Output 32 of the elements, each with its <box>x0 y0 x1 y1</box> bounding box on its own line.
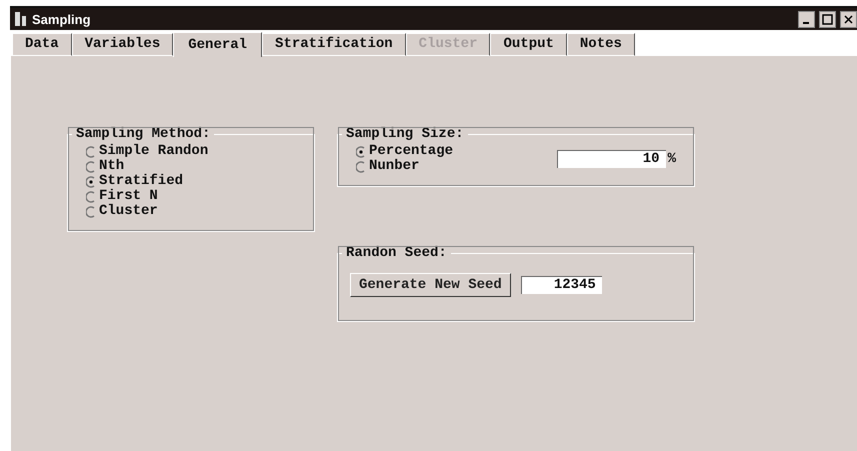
radio-label: Percentage <box>369 144 454 159</box>
radio-button[interactable] <box>86 146 97 158</box>
maximize-icon[interactable] <box>819 10 836 28</box>
generate-button[interactable]: Generate New Seed <box>350 273 511 297</box>
radio-button[interactable] <box>86 190 97 202</box>
app-icon <box>14 11 28 27</box>
input-field[interactable]: 12345 <box>520 276 602 294</box>
group-title: Sampling Method: <box>75 126 212 142</box>
input-field[interactable]: 10 <box>556 150 666 168</box>
group-title: Randon Seed: <box>345 245 448 261</box>
radio-button[interactable] <box>356 160 367 172</box>
radio-button[interactable] <box>86 160 97 172</box>
radio-button[interactable] <box>356 146 367 158</box>
radio-label: Stratified <box>99 174 184 189</box>
unit-label: % <box>668 152 676 166</box>
radio-button[interactable] <box>86 206 97 218</box>
tab[interactable]: Data <box>12 33 72 56</box>
tab[interactable]: Variables <box>72 33 174 56</box>
radio-label: Nth <box>99 159 124 174</box>
radio-label: First N <box>99 189 158 204</box>
radio-label: Cluster <box>99 204 158 219</box>
radio-label: Simple Randon <box>99 144 208 159</box>
tab[interactable]: Stratification <box>262 33 406 56</box>
radio-button[interactable] <box>86 176 97 188</box>
radio-label: Nunber <box>369 159 420 174</box>
tab[interactable]: Output <box>490 33 567 56</box>
close-icon[interactable] <box>840 10 857 28</box>
group-title: Sampling Size: <box>345 126 465 142</box>
window-title: Sampling <box>32 12 92 26</box>
tab[interactable]: Notes <box>566 33 635 56</box>
minimize-icon[interactable] <box>798 10 815 28</box>
tab[interactable]: General <box>173 32 262 57</box>
